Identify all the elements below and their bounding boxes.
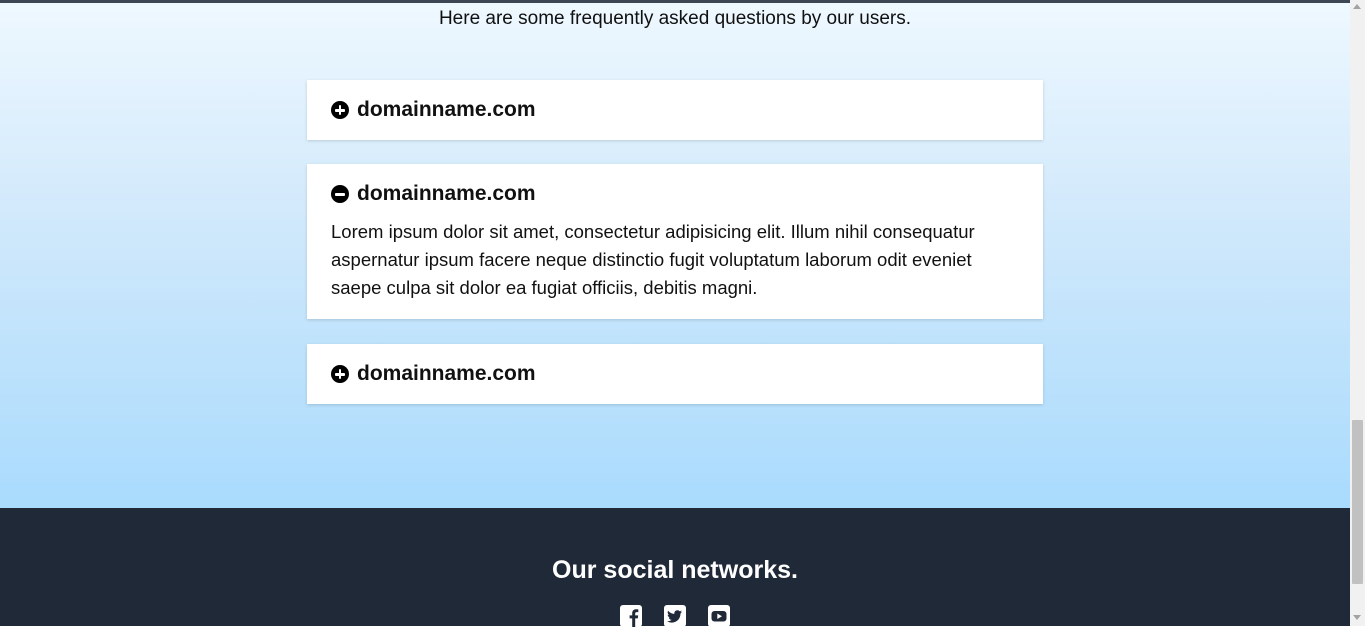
faq-question-title: domainname.com — [357, 362, 536, 385]
faq-question-toggle[interactable]: domainname.com — [331, 344, 1019, 404]
footer: Our social networks. — [0, 508, 1350, 627]
minus-circle-icon[interactable] — [331, 185, 349, 203]
youtube-icon[interactable] — [708, 605, 730, 627]
faq-question-toggle[interactable]: domainname.com — [331, 80, 1019, 140]
faq-question-toggle[interactable]: domainname.com — [331, 164, 1019, 224]
faq-intro: Here are some frequently asked questions… — [438, 8, 912, 29]
twitter-icon[interactable] — [664, 605, 686, 627]
faq-question-title: domainname.com — [357, 98, 536, 121]
footer-title: Our social networks. — [552, 556, 798, 584]
facebook-icon[interactable] — [620, 605, 642, 627]
faq-item[interactable]: domainname.com Lorem ipsum dolor sit ame… — [307, 164, 1043, 319]
scroll-down-arrow-icon[interactable] — [1353, 615, 1361, 620]
plus-circle-icon[interactable] — [331, 101, 349, 119]
faq-item[interactable]: domainname.com — [307, 80, 1043, 140]
scrollbar-thumb[interactable] — [1352, 420, 1363, 584]
scroll-up-arrow-icon[interactable] — [1353, 4, 1361, 9]
faq-question-title: domainname.com — [357, 182, 536, 205]
plus-circle-icon[interactable] — [331, 365, 349, 383]
faq-item[interactable]: domainname.com — [307, 344, 1043, 404]
faq-section: Here are some frequently asked questions… — [0, 3, 1350, 508]
faq-answer: Lorem ipsum dolor sit amet, consectetur … — [331, 221, 975, 298]
